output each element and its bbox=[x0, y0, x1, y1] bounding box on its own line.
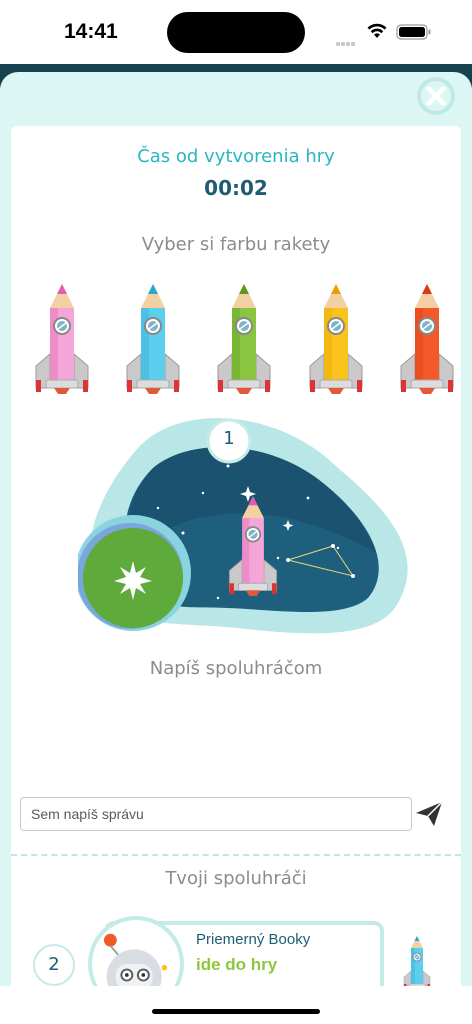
rocket-icon bbox=[126, 284, 180, 394]
rocket-icon bbox=[400, 284, 454, 394]
wifi-icon bbox=[367, 23, 387, 38]
rocket-color-pink[interactable] bbox=[30, 280, 94, 400]
rocket-icon bbox=[403, 936, 431, 991]
rocket-color-yellow[interactable] bbox=[304, 280, 368, 400]
player-number: 2 bbox=[33, 944, 75, 986]
write-teammates-label: Napíš spoluhráčom bbox=[149, 658, 323, 679]
dynamic-island bbox=[167, 12, 305, 53]
home-indicator bbox=[152, 1009, 320, 1014]
rocket-color-green[interactable] bbox=[212, 280, 276, 400]
player-status: ide do hry bbox=[196, 955, 278, 974]
teammates-title: Tvoji spoluhráči bbox=[165, 868, 307, 889]
rocket-icon bbox=[309, 284, 363, 394]
player-name: Priemerný Booky bbox=[196, 931, 311, 948]
elapsed-time-label: Čas od vytvorenia hry bbox=[137, 146, 335, 167]
message-input[interactable] bbox=[20, 797, 412, 831]
rocket-icon bbox=[35, 284, 89, 394]
rocket-icon bbox=[217, 284, 271, 394]
elapsed-time-value: 00:02 bbox=[204, 176, 268, 200]
player-slot-number: 1 bbox=[223, 428, 235, 449]
rocket-icon bbox=[228, 496, 278, 596]
player-rocket bbox=[398, 934, 436, 994]
rocket-color-blue[interactable] bbox=[121, 280, 185, 400]
cellular-signal-icon bbox=[336, 31, 358, 46]
send-icon[interactable] bbox=[414, 800, 444, 828]
battery-icon bbox=[396, 24, 431, 40]
status-bar: 14:41 bbox=[0, 0, 472, 64]
home-bar-area bbox=[0, 986, 472, 1024]
choose-rocket-color-label: Vyber si farbu rakety bbox=[141, 234, 331, 255]
rocket-color-red[interactable] bbox=[395, 280, 459, 400]
close-button[interactable] bbox=[416, 76, 456, 116]
selected-rocket bbox=[224, 492, 282, 602]
section-divider bbox=[11, 854, 461, 856]
status-time: 14:41 bbox=[64, 20, 118, 43]
